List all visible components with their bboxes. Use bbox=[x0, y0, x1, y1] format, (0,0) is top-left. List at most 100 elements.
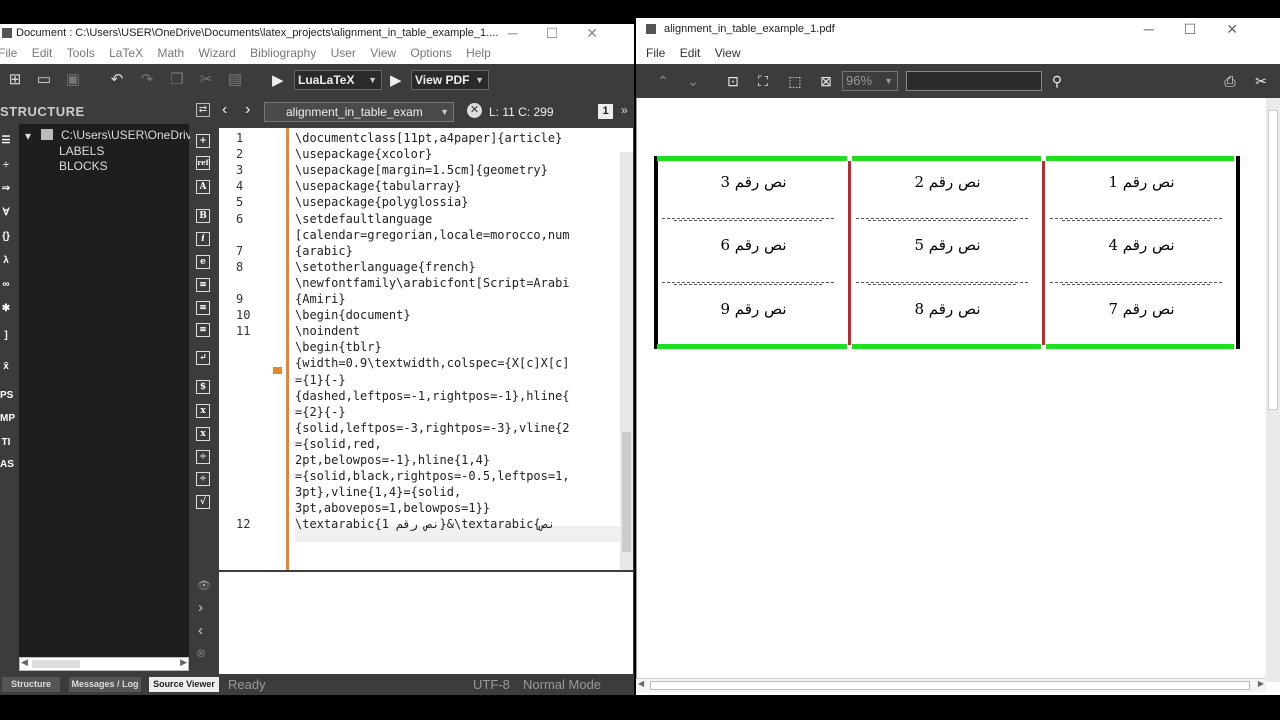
prev-tab-icon[interactable]: ‹ bbox=[222, 101, 227, 119]
messages-log-button[interactable]: Messages / Log bbox=[69, 677, 141, 692]
code-line[interactable]: 3pt},vline{1,4}={solid, bbox=[295, 485, 461, 499]
print-icon[interactable]: ⎙ bbox=[1221, 73, 1239, 89]
insert-icon[interactable]: + bbox=[196, 134, 210, 148]
align-center-icon[interactable]: ≡ bbox=[196, 301, 210, 315]
fit-width-icon[interactable]: ⊡ bbox=[724, 73, 742, 89]
menu-options[interactable]: Options bbox=[410, 42, 451, 64]
scroll-thumb[interactable] bbox=[622, 432, 631, 552]
window-controls[interactable]: ─☐✕ bbox=[1144, 18, 1268, 40]
scroll-right-icon[interactable]: ▶ bbox=[180, 657, 187, 668]
code-line[interactable]: \setotherlanguage{french} bbox=[295, 260, 476, 274]
infinity-icon[interactable]: ∞ bbox=[0, 278, 12, 292]
code-line[interactable]: 2pt,belowpos=-1},hline{1,4} bbox=[295, 453, 490, 467]
code-line[interactable]: \noindent bbox=[295, 324, 360, 338]
divide-icon[interactable]: ÷ bbox=[0, 159, 12, 173]
menu-help[interactable]: Help bbox=[466, 42, 491, 64]
forall-icon[interactable]: ∀ bbox=[0, 206, 12, 220]
panel-toggle-icon[interactable]: ⇄ bbox=[196, 103, 210, 117]
open-folder-icon[interactable]: ▭ bbox=[35, 71, 53, 89]
code-line[interactable]: \documentclass[11pt,a4paper]{article} bbox=[295, 131, 562, 145]
newline-icon[interactable]: ↵ bbox=[196, 351, 210, 365]
scroll-thumb[interactable] bbox=[32, 660, 80, 668]
scroll-right-icon[interactable]: ▶ bbox=[1258, 679, 1264, 688]
close-icon[interactable]: ✕ bbox=[467, 103, 482, 118]
mp-icon[interactable]: MP bbox=[0, 412, 15, 426]
scroll-left-icon[interactable]: ◀ bbox=[21, 657, 28, 668]
code-line[interactable]: {arabic} bbox=[295, 244, 353, 258]
page-up-icon[interactable]: ⌃ bbox=[654, 73, 672, 89]
menu-view[interactable]: View bbox=[715, 42, 741, 64]
tree-item-blocks[interactable]: BLOCKS bbox=[59, 159, 108, 173]
compiler-select[interactable]: LuaLaTeX ▼ bbox=[294, 70, 382, 90]
copy-icon[interactable]: ❐ bbox=[168, 71, 186, 89]
code-line[interactable]: {Amiri} bbox=[295, 292, 346, 306]
structure-tab-button[interactable]: Structure bbox=[2, 677, 60, 692]
menu-file[interactable]: File bbox=[646, 42, 665, 64]
menu-edit[interactable]: Edit bbox=[680, 42, 701, 64]
code-line[interactable]: 3pt,abovepos=1,belowpos=1}} bbox=[295, 501, 490, 515]
menu-tools[interactable]: Tools bbox=[67, 42, 95, 64]
pdf-hscrollbar[interactable]: ◀ ▶ bbox=[636, 678, 1266, 692]
lambda-icon[interactable]: λ bbox=[0, 254, 12, 268]
ps-icon[interactable]: PS bbox=[0, 389, 13, 403]
viewer-select[interactable]: View PDF ▼ bbox=[411, 70, 489, 90]
braces-icon[interactable]: {} bbox=[0, 230, 12, 244]
xbar-icon[interactable]: x̄ bbox=[0, 360, 12, 374]
zoom-select[interactable]: 96% ▼ bbox=[842, 71, 898, 91]
code-editor[interactable]: 1 2 3 4 5 6 7 8 9 10 11 12 \documentclass[11pt,a4pa… bbox=[219, 128, 633, 570]
document-tab[interactable]: alignment_in_table_exam ▼ bbox=[264, 102, 454, 122]
fit-page-icon[interactable]: ⛶ bbox=[754, 73, 772, 89]
emph-icon[interactable]: e bbox=[196, 255, 210, 269]
scissors-icon[interactable]: ✂ bbox=[1252, 73, 1270, 89]
menu-edit[interactable]: Edit bbox=[32, 42, 53, 64]
more-icon[interactable]: » bbox=[621, 103, 628, 117]
arrow-icon[interactable]: ⇒ bbox=[0, 182, 12, 196]
next-icon[interactable]: › bbox=[198, 599, 203, 616]
editor-vscrollbar[interactable] bbox=[620, 152, 633, 570]
new-file-icon[interactable]: ⊞ bbox=[6, 71, 24, 89]
search-input[interactable] bbox=[906, 71, 1042, 91]
code-line[interactable]: {dashed,leftpos=-1,rightpos=-1},hline{ bbox=[295, 389, 570, 403]
eye-icon[interactable]: 👁 bbox=[197, 579, 211, 592]
code-line[interactable]: \setdefaultlanguage bbox=[295, 212, 432, 226]
menu-bibliography[interactable]: Bibliography bbox=[250, 42, 316, 64]
tree-expand-icon[interactable]: ▾ bbox=[25, 129, 31, 143]
cut-icon[interactable]: ✂ bbox=[197, 71, 215, 89]
save-icon[interactable]: ▣ bbox=[64, 71, 82, 89]
status-mode[interactable]: Normal Mode bbox=[523, 677, 601, 692]
structure-hscrollbar[interactable]: ◀ ▶ bbox=[19, 657, 189, 671]
math-mode-icon[interactable]: $ bbox=[196, 380, 210, 394]
code-line[interactable]: \begin{document} bbox=[295, 308, 411, 322]
menu-wizard[interactable]: Wizard bbox=[198, 42, 235, 64]
ref-icon[interactable]: ref bbox=[196, 156, 210, 170]
search-icon[interactable]: ⚲ bbox=[1048, 73, 1066, 89]
tree-item-labels[interactable]: LABELS bbox=[59, 144, 104, 158]
bookmark-icon[interactable]: 1 bbox=[598, 104, 613, 119]
window-controls[interactable]: ─☐✕ bbox=[508, 24, 626, 42]
code-line[interactable]: {width=0.9\textwidth,colspec={X[c]X[c] bbox=[295, 356, 570, 370]
menu-math[interactable]: Math bbox=[157, 42, 184, 64]
dfrac-icon[interactable]: ÷ bbox=[196, 472, 210, 486]
as-icon[interactable]: AS bbox=[0, 458, 14, 472]
fraction-icon[interactable]: ÷ bbox=[196, 450, 210, 464]
source-viewer-button[interactable]: Source Viewer bbox=[149, 677, 219, 692]
menu-view[interactable]: View bbox=[370, 42, 396, 64]
code-line[interactable]: [calendar=gregorian,locale=morocco,num bbox=[295, 228, 570, 242]
stop-icon[interactable]: ⊗ bbox=[196, 646, 206, 660]
code-line[interactable]: {solid,leftpos=-3,rightpos=-3},vline{2 bbox=[295, 421, 570, 435]
align-right-icon[interactable]: ≡ bbox=[196, 323, 210, 337]
scroll-left-icon[interactable]: ◀ bbox=[638, 679, 644, 688]
view-play-icon[interactable]: ▶ bbox=[390, 71, 402, 89]
scroll-thumb[interactable] bbox=[650, 681, 1250, 690]
font-size-icon[interactable]: A bbox=[196, 180, 210, 194]
pdf-page[interactable]: نص رقم 1 نص رقم 2 نص رقم 3 نص رقم 4 نص ر… bbox=[636, 98, 1280, 682]
tikz-icon[interactable]: TI bbox=[0, 436, 12, 450]
italic-icon[interactable]: i bbox=[196, 232, 210, 246]
prev-icon[interactable]: ‹ bbox=[198, 622, 203, 639]
code-line[interactable]: ={solid,red, bbox=[295, 437, 382, 451]
code-line[interactable]: ={solid,black,rightpos=-0.5,leftpos=1, bbox=[295, 469, 570, 483]
next-tab-icon[interactable]: › bbox=[245, 101, 250, 119]
code-line[interactable]: ={1}{-} bbox=[295, 373, 346, 387]
zoom-fit-icon[interactable]: ⊠ bbox=[817, 73, 835, 89]
code-line[interactable]: \textarabic{1 نص رقم}&\textarabic{نص bbox=[295, 517, 555, 531]
